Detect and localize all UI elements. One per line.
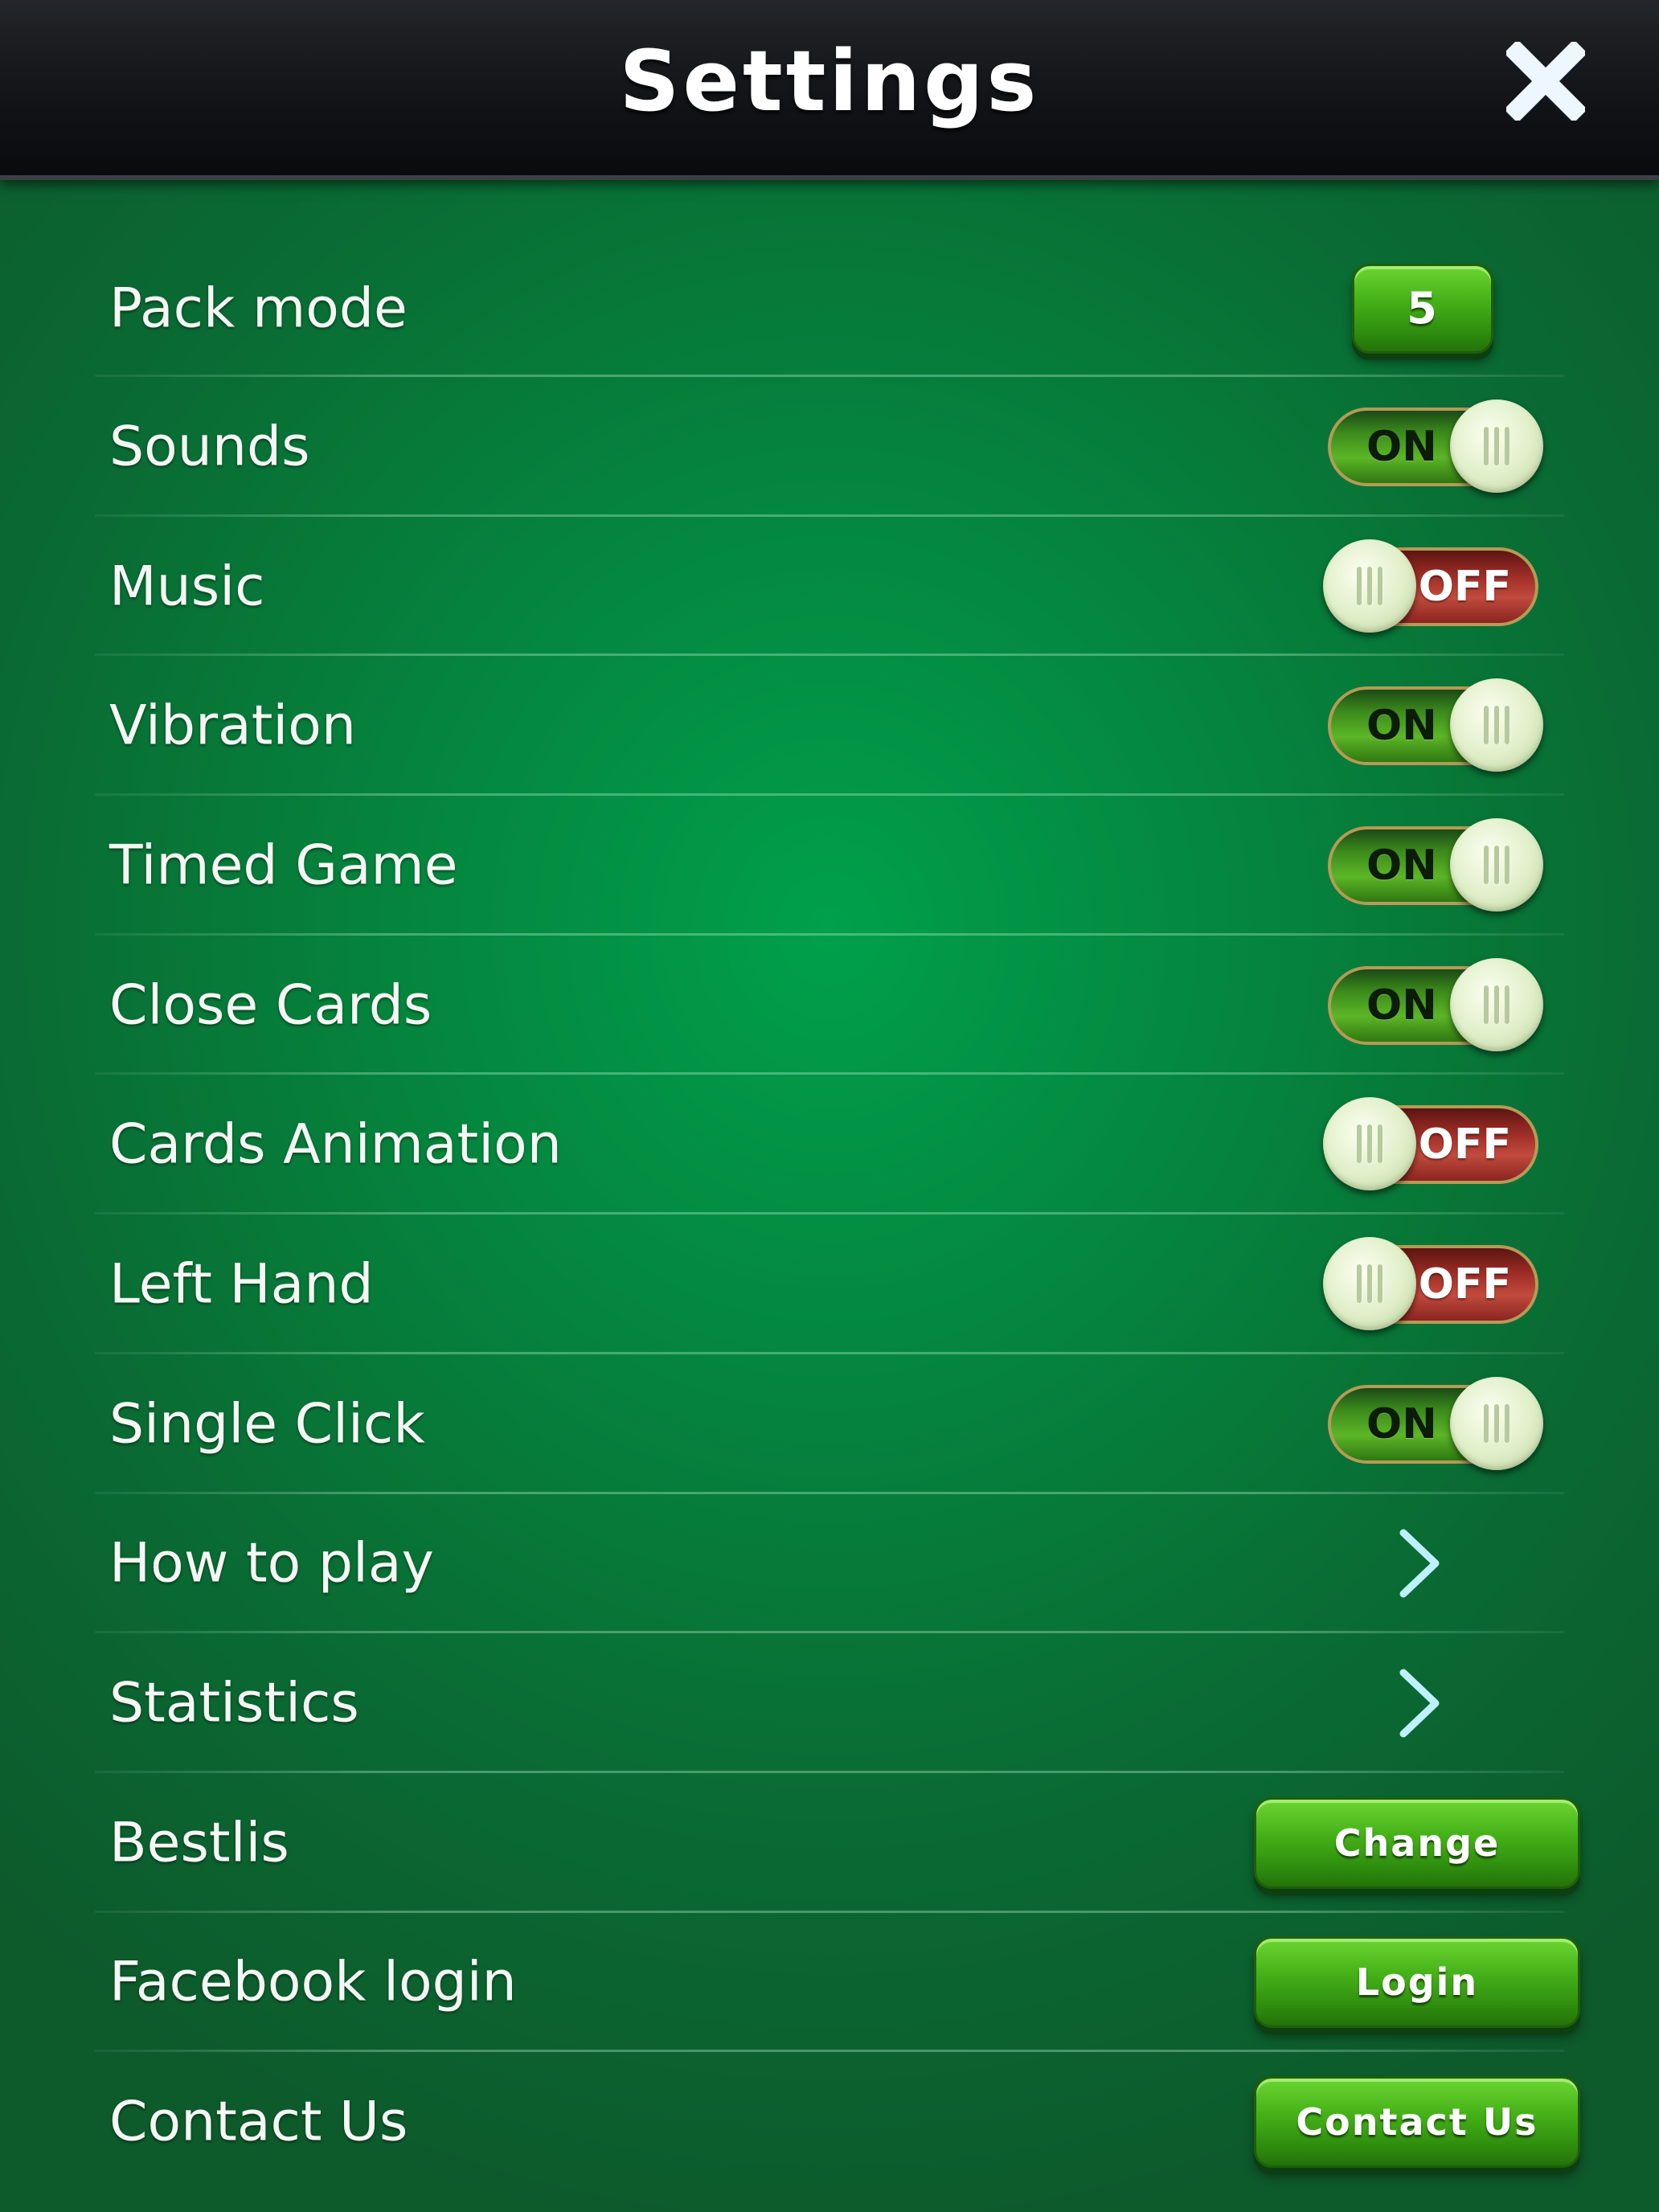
page-title: Settings — [619, 32, 1040, 130]
close-cards-toggle[interactable]: ON — [1328, 957, 1543, 1051]
toggle-knob — [1323, 539, 1416, 633]
single-click-toggle[interactable]: ON — [1328, 1376, 1543, 1470]
setting-row-cards-animation: Cards Animation OFF — [0, 1075, 1659, 1215]
timed-game-toggle[interactable]: ON — [1328, 817, 1543, 911]
toggle-knob — [1450, 678, 1543, 772]
setting-label: How to play — [109, 1531, 434, 1596]
settings-header: Settings — [0, 0, 1659, 180]
setting-label: Cards Animation — [109, 1112, 562, 1177]
toggle-knob — [1450, 1376, 1543, 1470]
cards-animation-toggle[interactable]: OFF — [1323, 1097, 1538, 1191]
chevron-right-icon[interactable] — [1395, 1525, 1444, 1602]
toggle-knob — [1450, 957, 1543, 1051]
login-button[interactable]: Login — [1254, 1936, 1580, 2029]
setting-row-how-to-play[interactable]: How to play — [0, 1494, 1659, 1634]
setting-label: Bestlis — [109, 1811, 289, 1875]
setting-label: Music — [109, 555, 265, 619]
setting-label: Statistics — [109, 1671, 359, 1735]
setting-label: Close Cards — [109, 973, 432, 1038]
left-hand-toggle[interactable]: OFF — [1323, 1236, 1538, 1330]
settings-list: Pack mode 5 Sounds ON Music OFF Vibratio… — [0, 240, 1659, 2192]
setting-row-left-hand: Left Hand OFF — [0, 1215, 1659, 1354]
vibration-toggle[interactable]: ON — [1328, 678, 1543, 772]
toggle-state: OFF — [1418, 1260, 1511, 1309]
setting-label: Timed Game — [109, 834, 458, 898]
setting-label: Vibration — [109, 694, 356, 758]
setting-row-facebook-login: Facebook login Login — [0, 1913, 1659, 2053]
toggle-state: OFF — [1418, 562, 1511, 611]
toggle-state: ON — [1366, 422, 1437, 471]
setting-label: Single Click — [109, 1392, 425, 1456]
setting-label: Left Hand — [109, 1252, 374, 1317]
chevron-right-icon[interactable] — [1395, 1665, 1444, 1742]
setting-row-single-click: Single Click ON — [0, 1354, 1659, 1494]
toggle-state: ON — [1366, 702, 1437, 751]
close-icon — [1506, 42, 1585, 121]
setting-row-bestlis: Bestlis Change — [0, 1773, 1659, 1913]
setting-label: Sounds — [109, 415, 310, 479]
music-toggle[interactable]: OFF — [1323, 539, 1538, 633]
setting-label: Facebook login — [109, 1950, 517, 2014]
toggle-knob — [1323, 1236, 1416, 1330]
setting-row-close-cards: Close Cards ON — [0, 936, 1659, 1075]
toggle-knob — [1450, 399, 1543, 493]
pack-mode-button[interactable]: 5 — [1352, 264, 1493, 354]
close-button[interactable] — [1506, 42, 1585, 121]
setting-row-contact-us: Contact Us Contact Us — [0, 2052, 1659, 2192]
change-button[interactable]: Change — [1254, 1796, 1580, 1889]
setting-row-vibration: Vibration ON — [0, 656, 1659, 797]
setting-row-statistics[interactable]: Statistics — [0, 1633, 1659, 1773]
toggle-knob — [1323, 1097, 1416, 1191]
toggle-state: ON — [1366, 841, 1437, 890]
toggle-state: ON — [1366, 981, 1437, 1030]
setting-row-pack-mode: Pack mode 5 — [0, 240, 1659, 377]
setting-label: Contact Us — [109, 2090, 408, 2154]
toggle-state: OFF — [1418, 1120, 1511, 1169]
setting-row-timed-game: Timed Game ON — [0, 796, 1659, 936]
setting-label: Pack mode — [109, 276, 408, 341]
sounds-toggle[interactable]: ON — [1328, 399, 1543, 493]
setting-row-music: Music OFF — [0, 517, 1659, 657]
contact-us-button[interactable]: Contact Us — [1254, 2076, 1580, 2169]
toggle-knob — [1450, 817, 1543, 911]
setting-row-sounds: Sounds ON — [0, 377, 1659, 517]
toggle-state: ON — [1366, 1399, 1437, 1448]
